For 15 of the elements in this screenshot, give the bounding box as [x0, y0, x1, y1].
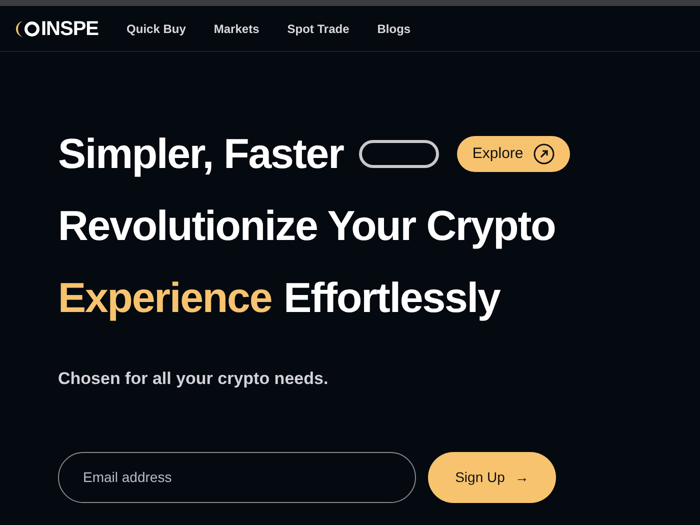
explore-button[interactable]: Explore	[457, 136, 570, 172]
nav-link[interactable]: Quick Buy	[126, 20, 186, 38]
logo-text: INSPE	[41, 16, 99, 42]
headline-accent-text: Experience	[58, 277, 272, 319]
email-field[interactable]: Email address	[58, 452, 416, 502]
nav-link[interactable]: Blogs	[377, 20, 411, 38]
headline-text: Simpler, Faster	[58, 133, 344, 175]
headline-text: Effortlessly	[284, 277, 500, 319]
sign-up-button[interactable]: Sign Up →	[428, 452, 556, 502]
headline-text: Revolutionize Your Crypto	[58, 205, 556, 247]
nav-link[interactable]: Spot Trade	[287, 20, 350, 38]
subtitle-text: Chosen for all your crypto needs.	[58, 368, 330, 390]
nav-link[interactable]: Markets	[214, 20, 260, 38]
arrow-up-right-icon	[533, 143, 556, 165]
logo-icon	[15, 20, 41, 38]
